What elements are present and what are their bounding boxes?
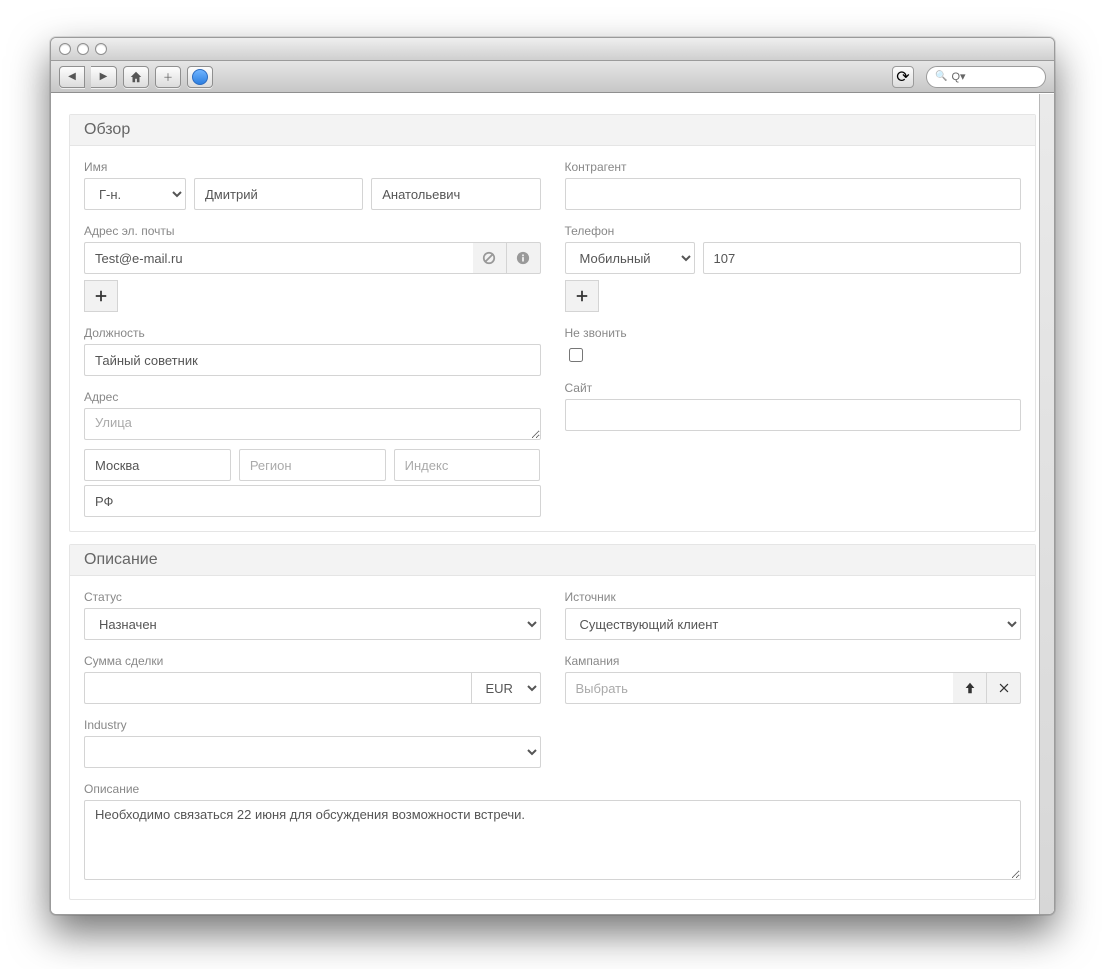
label-address: Адрес <box>84 390 541 404</box>
zip-input[interactable] <box>394 449 541 481</box>
country-input[interactable] <box>84 485 541 517</box>
home-icon <box>129 70 143 84</box>
label-source: Источник <box>565 590 1022 604</box>
label-email: Адрес эл. почты <box>84 224 541 238</box>
close-icon <box>997 681 1011 695</box>
site-input[interactable] <box>565 399 1022 431</box>
phone-number-input[interactable] <box>703 242 1022 274</box>
page-viewport: Обзор Имя Г-н. <box>51 94 1054 914</box>
label-status: Статус <box>84 590 541 604</box>
browser-search-field[interactable]: Q▾ <box>926 66 1046 88</box>
browser-page-icon <box>187 66 213 88</box>
label-name: Имя <box>84 160 541 174</box>
campaign-select-button[interactable] <box>953 672 987 704</box>
city-input[interactable] <box>84 449 231 481</box>
add-phone-button[interactable] <box>565 280 599 312</box>
label-donotcall: Не звонить <box>565 326 1022 340</box>
plus-icon <box>575 289 589 303</box>
panel-description: Описание Статус Назначен Сумма сделки EU… <box>69 544 1036 900</box>
panel-overview: Обзор Имя Г-н. <box>69 114 1036 532</box>
campaign-input[interactable] <box>565 672 954 704</box>
panel-overview-header: Обзор <box>70 115 1035 146</box>
label-campaign: Кампания <box>565 654 1022 668</box>
street-textarea[interactable] <box>84 408 541 440</box>
window-titlebar <box>51 38 1054 61</box>
label-site: Сайт <box>565 381 1022 395</box>
browser-forward-button[interactable]: ▶ <box>91 66 117 88</box>
account-input[interactable] <box>565 178 1022 210</box>
label-phone: Телефон <box>565 224 1022 238</box>
panel-description-header: Описание <box>70 545 1035 576</box>
arrow-up-icon <box>963 681 977 695</box>
currency-select[interactable]: EUR <box>471 672 541 704</box>
info-icon <box>516 251 530 265</box>
label-amount: Сумма сделки <box>84 654 541 668</box>
plus-icon <box>94 289 108 303</box>
traffic-zoom-icon[interactable] <box>95 43 107 55</box>
label-description: Описание <box>84 782 1021 796</box>
campaign-clear-button[interactable] <box>987 672 1021 704</box>
email-optout-button[interactable] <box>473 242 507 274</box>
browser-reload-button[interactable]: ⟳ <box>892 66 914 88</box>
browser-back-button[interactable]: ◀ <box>59 66 85 88</box>
description-textarea[interactable] <box>84 800 1021 880</box>
label-position: Должность <box>84 326 541 340</box>
email-input[interactable] <box>84 242 473 274</box>
salutation-select[interactable]: Г-н. <box>84 178 186 210</box>
industry-select[interactable] <box>84 736 541 768</box>
traffic-close-icon[interactable] <box>59 43 71 55</box>
source-select[interactable]: Существующий клиент <box>565 608 1022 640</box>
phone-type-select[interactable]: Мобильный <box>565 242 695 274</box>
label-account: Контрагент <box>565 160 1022 174</box>
last-name-input[interactable] <box>371 178 540 210</box>
add-email-button[interactable] <box>84 280 118 312</box>
amount-input[interactable] <box>84 672 471 704</box>
status-select[interactable]: Назначен <box>84 608 541 640</box>
ban-icon <box>482 251 496 265</box>
browser-toolbar: ◀ ▶ ＋ ⟳ Q▾ <box>51 61 1054 93</box>
region-input[interactable] <box>239 449 386 481</box>
browser-home-button[interactable] <box>123 66 149 88</box>
browser-window: ◀ ▶ ＋ ⟳ Q▾ Обзор Имя <box>50 37 1055 915</box>
email-info-button[interactable] <box>507 242 541 274</box>
traffic-minimize-icon[interactable] <box>77 43 89 55</box>
label-industry: Industry <box>84 718 541 732</box>
position-input[interactable] <box>84 344 541 376</box>
browser-add-tab-button[interactable]: ＋ <box>155 66 181 88</box>
donotcall-checkbox[interactable] <box>569 348 583 362</box>
first-name-input[interactable] <box>194 178 363 210</box>
